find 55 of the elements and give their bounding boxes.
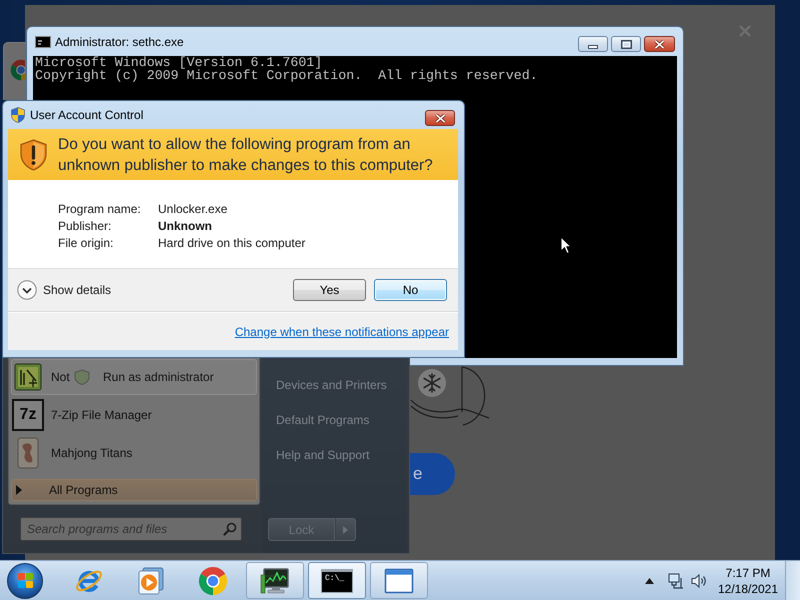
program-item[interactable]: Mahjong Titans <box>11 435 257 471</box>
snowflake-icon <box>418 369 446 397</box>
context-menu-item[interactable]: Run as administrator <box>74 359 257 395</box>
triangle-right-icon <box>16 485 22 495</box>
start-button[interactable] <box>7 562 43 598</box>
triangle-right-icon <box>343 526 348 534</box>
close-icon <box>434 114 446 122</box>
show-details-button[interactable]: Show details <box>17 280 112 300</box>
maximize-icon <box>620 40 632 48</box>
taskbar-button[interactable] <box>370 562 428 599</box>
minimize-icon <box>588 44 598 48</box>
speaker-icon[interactable] <box>691 572 707 588</box>
maximize-button[interactable] <box>611 36 641 52</box>
tricolor-logo-icon <box>198 566 228 596</box>
close-button[interactable] <box>425 110 455 126</box>
detail-label: Publisher: <box>58 218 112 235</box>
shield-icon <box>74 369 90 385</box>
notepad-icon <box>12 361 44 393</box>
places-item[interactable]: Help and Support <box>262 437 405 472</box>
taskbar-button[interactable]: C:\_ <box>308 562 366 599</box>
network-icon[interactable] <box>668 572 684 588</box>
detail-value: Unknown <box>158 218 213 235</box>
program-item[interactable]: Not <box>11 359 74 395</box>
taskbar-button[interactable] <box>246 562 304 599</box>
notifications-link[interactable]: Change when these notifications appear <box>234 324 449 338</box>
flag-logo-icon <box>16 572 34 589</box>
shield-icon <box>11 107 25 123</box>
dialog-button[interactable]: Yes <box>293 279 366 301</box>
pointer-icon <box>560 236 572 255</box>
console-icon <box>35 36 51 48</box>
places-item[interactable]: Devices and Printers <box>262 367 405 402</box>
console-line: Microsoft Windows [Version 6.1.7601] <box>35 57 322 70</box>
places-item[interactable]: Default Programs <box>262 402 405 437</box>
minimize-button[interactable] <box>578 36 608 52</box>
program-item[interactable]: 7z 7-Zip File Manager <box>11 397 257 433</box>
caret-up-icon[interactable] <box>645 578 654 584</box>
all-programs-item[interactable]: All Programs <box>11 479 257 501</box>
play-icon <box>136 566 166 596</box>
monitor-graph-icon <box>260 566 290 596</box>
pill-button[interactable]: e <box>410 453 455 495</box>
dialog-button[interactable]: No <box>374 279 447 301</box>
close-icon <box>654 40 665 48</box>
clock-button[interactable]: 7:17 PM 12/18/2021 <box>716 564 780 596</box>
warning-shield-icon <box>20 138 47 170</box>
window-title: Administrator: sethc.exe <box>55 34 185 48</box>
console-line: Copyright (c) 2009 Microsoft Corporation. All rights reserved. <box>35 70 539 82</box>
console-logo: C:\_ <box>321 568 353 592</box>
dialog-title: User Account Control <box>30 108 144 122</box>
prompt-text: Do you want to allow the following program from an unknown publisher to make changes to this computer? <box>58 134 434 176</box>
detail-label: File origin: <box>58 235 114 252</box>
detail-value: Hard drive on this computer <box>158 235 306 252</box>
app-logo: 7z <box>12 399 44 431</box>
detail-label: Program name: <box>58 201 142 218</box>
detail-value: Unlocker.exe <box>158 201 228 218</box>
close-button[interactable] <box>644 36 675 52</box>
